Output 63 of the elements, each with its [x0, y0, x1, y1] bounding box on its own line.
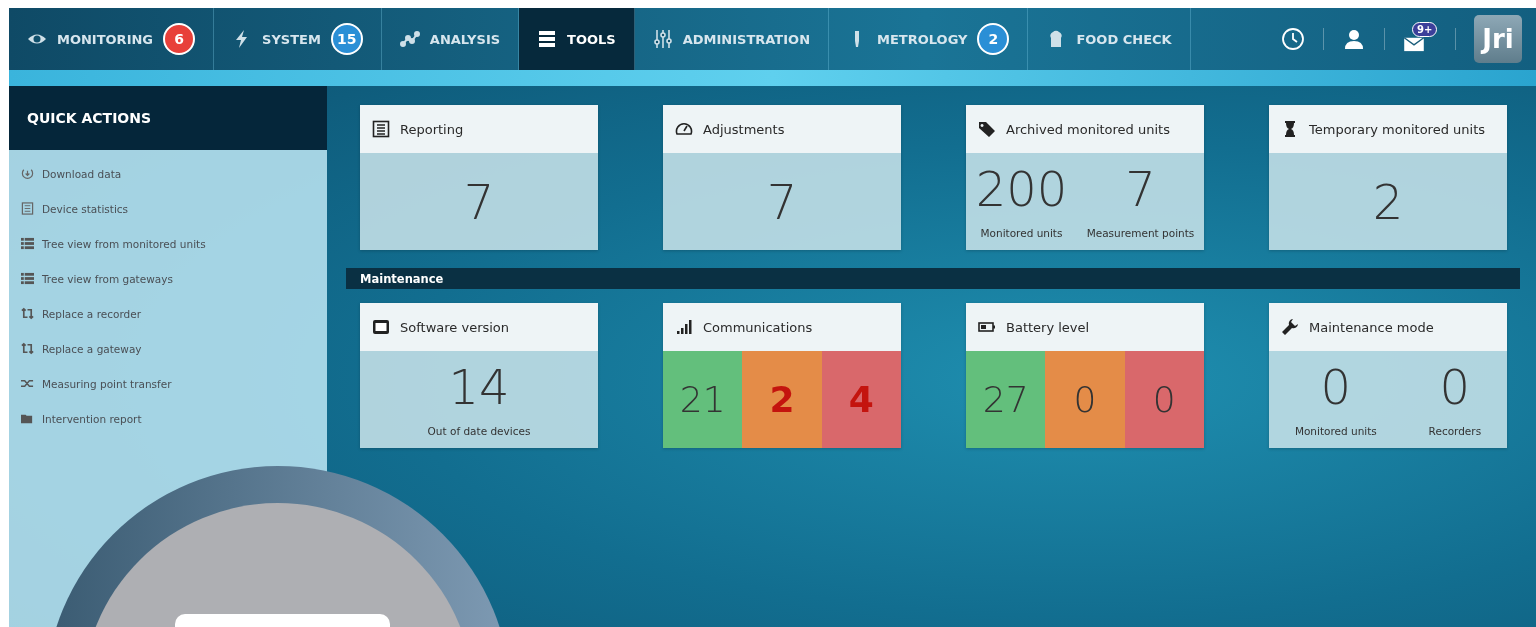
card-title: Temporary monitored units: [1309, 121, 1485, 137]
gauge-icon: [675, 120, 693, 138]
tag-icon: [978, 120, 996, 138]
stat-value: 0: [1439, 362, 1471, 411]
stat-value: 0: [1320, 362, 1352, 411]
wrench-icon: [1281, 318, 1299, 336]
count-badge: 6: [163, 23, 196, 55]
card-title: Reporting: [400, 121, 464, 137]
card-title: Archived monitored units: [1006, 121, 1170, 137]
card-title: Maintenance mode: [1309, 319, 1434, 335]
card-title: Communications: [703, 319, 813, 335]
quick-action-item[interactable]: Download data: [9, 156, 327, 191]
envelope-icon: [1403, 36, 1425, 52]
swap-icon: [21, 342, 34, 355]
nav-tab[interactable]: TOOLS: [519, 8, 635, 70]
status-cell: 21: [663, 351, 743, 448]
stat-caption: Measurement points: [1086, 226, 1195, 239]
quick-action-item[interactable]: Replace a gateway: [9, 331, 327, 366]
section-title: Maintenance: [360, 271, 444, 286]
download-icon: [21, 167, 34, 180]
shuffle-icon: [21, 377, 34, 390]
stat-value: 14: [448, 362, 510, 411]
report-icon: [372, 120, 390, 138]
signal-icon: [675, 318, 693, 336]
status-cell: 2: [742, 351, 822, 448]
status-cell: 27: [966, 351, 1046, 448]
stat-caption: Out of date devices: [427, 424, 531, 437]
card-title: Software version: [400, 319, 510, 335]
quick-action-item[interactable]: Tree view from gateways: [9, 261, 327, 296]
tree-list-icon: [21, 237, 34, 250]
user-icon[interactable]: [1342, 27, 1366, 51]
quick-action-item[interactable]: Tree view from monitored units: [9, 226, 327, 261]
tree-list-icon: [21, 272, 34, 285]
stat-caption: Monitored units: [1294, 424, 1377, 437]
stat-value: 7: [463, 177, 495, 226]
stat-value: 200: [975, 164, 1068, 213]
status-cell: 4: [821, 351, 901, 448]
line-chart-icon: [399, 29, 420, 49]
sliders-icon: [652, 29, 673, 49]
stat-value: 7: [1125, 164, 1156, 213]
swap-icon: [21, 307, 34, 320]
status-cell: 0: [1045, 351, 1125, 448]
quick-action-item[interactable]: Device statistics: [9, 191, 327, 226]
card-title: Adjustments: [703, 121, 785, 137]
stat-value: 2: [1372, 177, 1404, 226]
quick-action-item[interactable]: Measuring point transfer: [9, 366, 327, 401]
folder-icon: [21, 412, 34, 425]
mail-button[interactable]: 9+: [1403, 22, 1437, 56]
count-badge: 15: [330, 23, 363, 55]
stat-caption: Monitored units: [980, 226, 1063, 239]
stat-value: 7: [766, 177, 798, 226]
server-icon: [537, 29, 558, 49]
status-cell: 0: [1124, 351, 1204, 448]
quick-action-item[interactable]: Replace a recorder: [9, 296, 327, 331]
quick-action-item[interactable]: Intervention report: [9, 401, 327, 436]
sidebar-title: QUICK ACTIONS: [27, 110, 152, 126]
card-title: Battery level: [1006, 319, 1090, 335]
list-icon: [21, 202, 34, 215]
logo: Jri: [1474, 15, 1522, 63]
clock-icon[interactable]: [1281, 27, 1305, 51]
stat-caption: Recorders: [1428, 424, 1482, 437]
notification-badge: 9+: [1412, 22, 1438, 37]
count-badge: 2: [977, 23, 1010, 55]
